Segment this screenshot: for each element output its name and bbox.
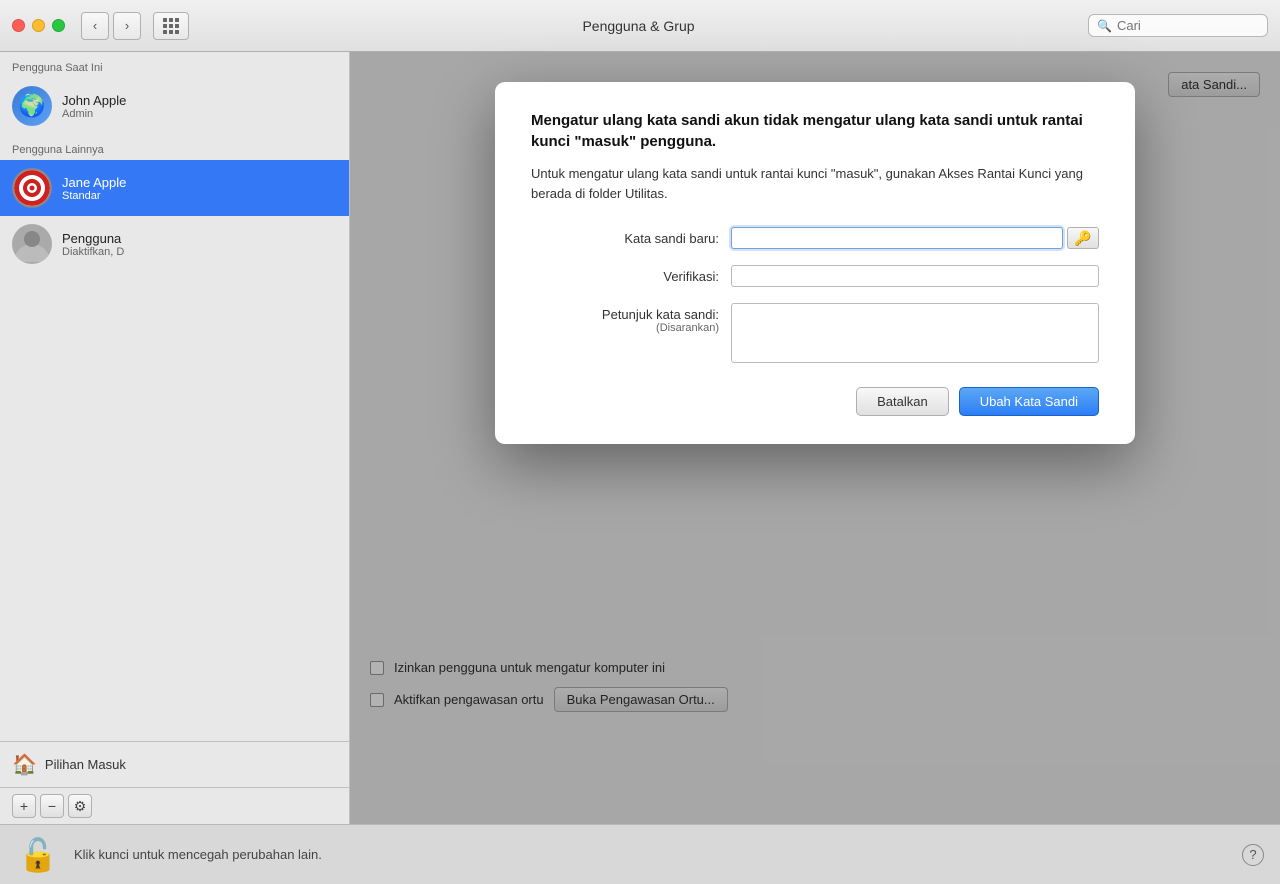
user-name-pengguna: Pengguna [62,231,124,246]
minimize-button[interactable] [32,19,45,32]
add-user-button[interactable]: + [12,794,36,818]
change-password-modal-button[interactable]: Ubah Kata Sandi [959,387,1099,416]
modal-overlay: Mengatur ulang kata sandi akun tidak men… [350,52,1280,824]
close-button[interactable] [12,19,25,32]
user-info-pengguna: Pengguna Diaktifkan, D [62,231,124,258]
hint-row: Petunjuk kata sandi: (Disarankan) [531,303,1099,363]
current-users-label: Pengguna Saat Ini [0,52,349,78]
verify-input[interactable] [731,265,1099,287]
user-item-pengguna[interactable]: Pengguna Diaktifkan, D [0,216,349,272]
user-role-jane: Standar [62,190,126,202]
verify-row: Verifikasi: [531,265,1099,287]
bottom-bar: 🔓 Klik kunci untuk mencegah perubahan la… [0,824,1280,884]
login-options-button[interactable]: 🏠 Pilihan Masuk [0,742,349,787]
maximize-button[interactable] [52,19,65,32]
content-area: ata Sandi... Izinkan pengguna untuk meng… [350,52,1280,824]
cancel-button[interactable]: Batalkan [856,387,949,416]
sidebar: Pengguna Saat Ini 🌍 John Apple Admin Pen… [0,52,350,824]
help-button[interactable]: ? [1242,844,1264,866]
window-title: Pengguna & Grup [197,18,1080,34]
password-reset-modal: Mengatur ulang kata sandi akun tidak men… [495,82,1135,444]
user-role-pengguna: Diaktifkan, D [62,246,124,258]
lock-icon: 🔓 [18,836,58,874]
new-password-row: Kata sandi baru: 🔑 [531,227,1099,249]
user-info-john: John Apple Admin [62,93,126,120]
user-name-john: John Apple [62,93,126,108]
nav-buttons: ‹ › [81,12,141,40]
avatar-john: 🌍 [12,86,52,126]
user-item-jane[interactable]: Jane Apple Standar [0,160,349,216]
lock-icon-wrap: 🔓 [16,833,60,877]
title-bar: ‹ › Pengguna & Grup 🔍 [0,0,1280,52]
grid-view-button[interactable] [153,12,189,40]
user-info-jane: Jane Apple Standar [62,175,126,202]
avatar-pengguna [12,224,52,264]
new-password-input[interactable] [731,227,1063,249]
new-password-label: Kata sandi baru: [531,231,731,246]
remove-user-button[interactable]: − [40,794,64,818]
modal-description: Untuk mengatur ulang kata sandi untuk ra… [531,164,1099,203]
modal-title: Mengatur ulang kata sandi akun tidak men… [531,110,1099,152]
search-input[interactable] [1117,18,1259,33]
settings-button[interactable]: ⚙ [68,794,92,818]
main-area: Pengguna Saat Ini 🌍 John Apple Admin Pen… [0,52,1280,824]
home-icon: 🏠 [12,752,37,777]
login-options-label: Pilihan Masuk [45,757,126,772]
hint-label: Petunjuk kata sandi: (Disarankan) [531,303,731,334]
sidebar-bottom: 🏠 Pilihan Masuk + − ⚙ [0,741,349,824]
search-icon: 🔍 [1097,19,1112,33]
modal-buttons: Batalkan Ubah Kata Sandi [531,387,1099,416]
traffic-lights [12,19,65,32]
other-users-label: Pengguna Lainnya [0,134,349,160]
verify-label: Verifikasi: [531,269,731,284]
user-role-john: Admin [62,108,126,120]
bottom-bar-text: Klik kunci untuk mencegah perubahan lain… [74,847,1228,862]
hint-textarea[interactable] [731,303,1099,363]
search-box[interactable]: 🔍 [1088,14,1268,37]
toolbar-buttons: + − ⚙ [0,787,349,824]
user-item-john[interactable]: 🌍 John Apple Admin [0,78,349,134]
user-name-jane: Jane Apple [62,175,126,190]
avatar-jane [12,168,52,208]
forward-button[interactable]: › [113,12,141,40]
back-button[interactable]: ‹ [81,12,109,40]
key-button[interactable]: 🔑 [1067,227,1099,249]
